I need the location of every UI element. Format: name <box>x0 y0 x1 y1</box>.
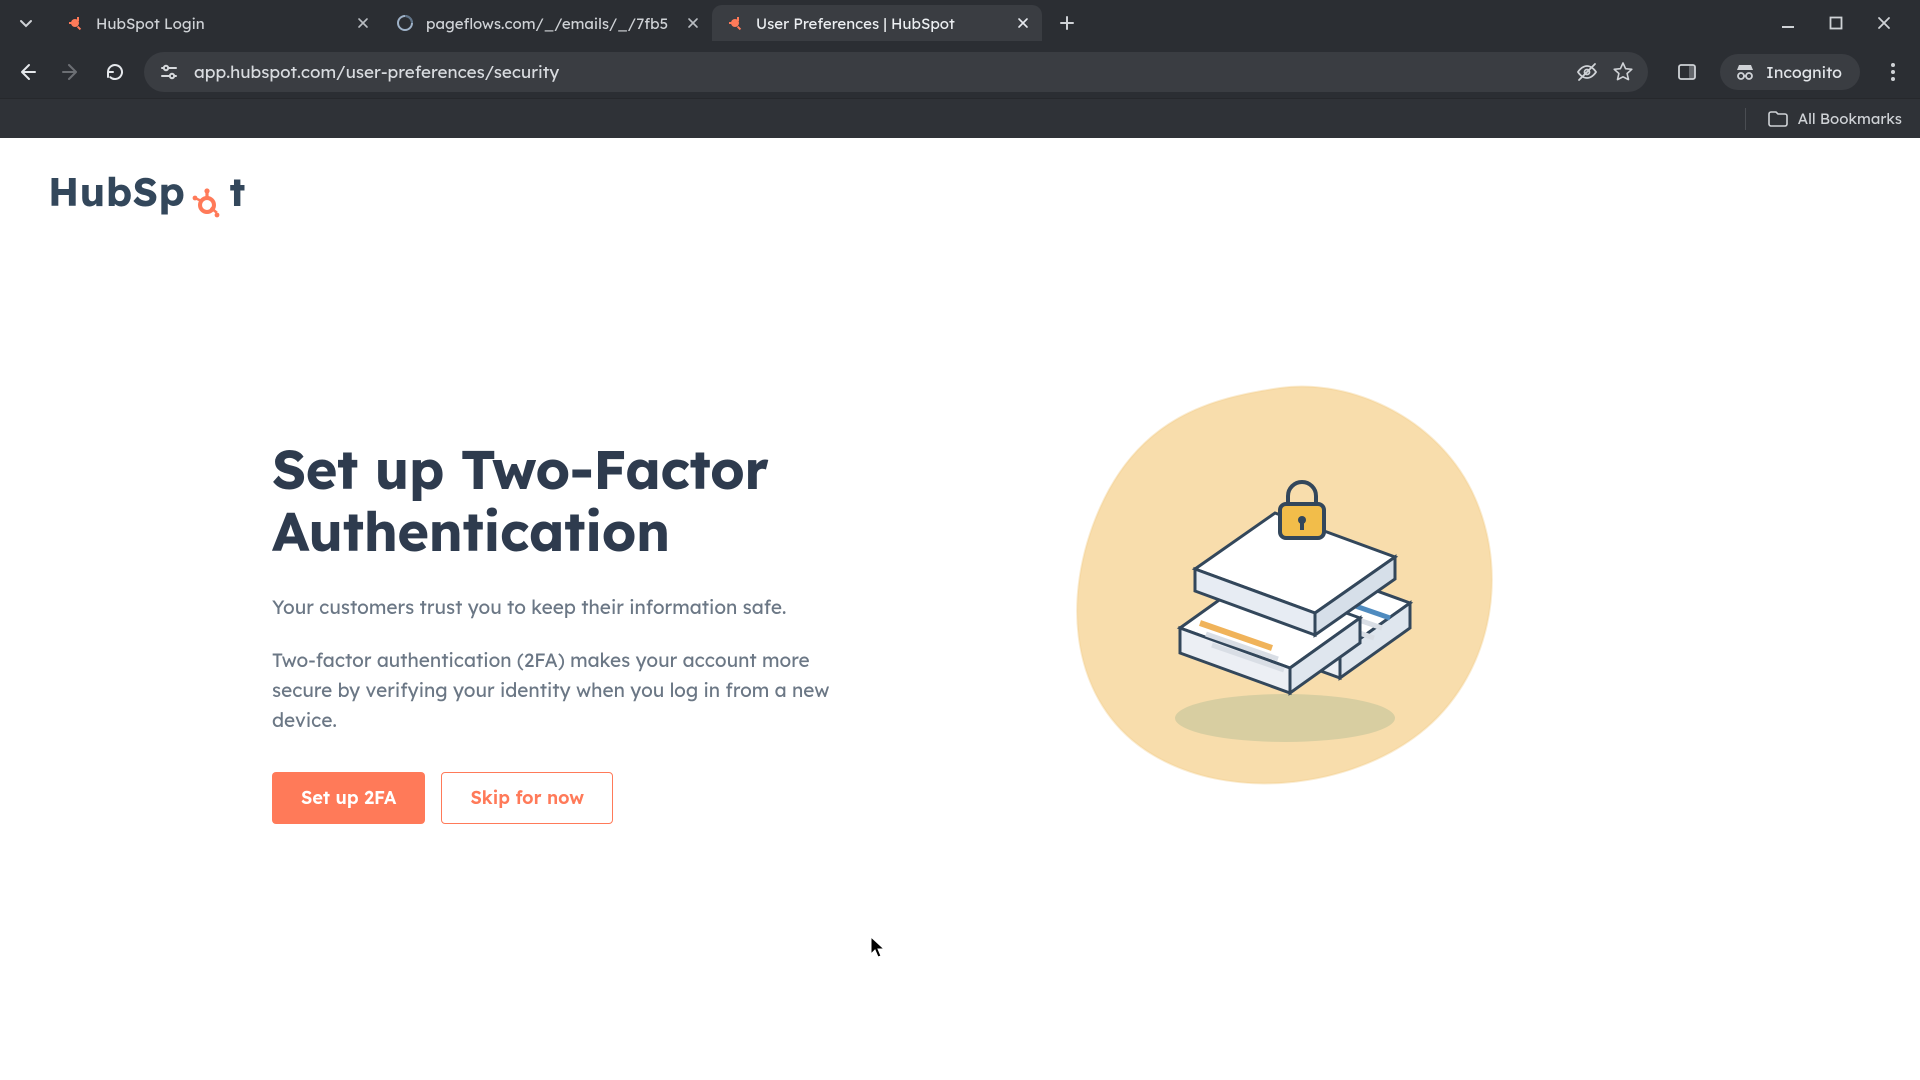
kebab-icon <box>1890 62 1896 82</box>
nav-reload-button[interactable] <box>100 57 130 87</box>
bookmarks-separator <box>1745 108 1746 130</box>
page-viewport: HubSp t Set up Two-Factor Authentication… <box>0 138 1920 1080</box>
close-icon <box>1877 16 1891 30</box>
close-icon <box>1017 17 1029 29</box>
all-bookmarks-label: All Bookmarks <box>1798 109 1902 128</box>
all-bookmarks-button[interactable]: All Bookmarks <box>1768 109 1902 128</box>
tab-2[interactable]: pageflows.com/_/emails/_/7fb5 <box>382 5 712 41</box>
search-tabs-button[interactable] <box>6 3 46 43</box>
tab-strip: HubSpot Login pageflows.com/_/emails/_/7… <box>0 0 1920 46</box>
close-icon <box>357 17 369 29</box>
browser-menu-button[interactable] <box>1878 57 1908 87</box>
window-minimize-button[interactable] <box>1778 13 1798 33</box>
browser-chrome: HubSpot Login pageflows.com/_/emails/_/7… <box>0 0 1920 138</box>
hubspot-logo[interactable]: HubSp t <box>48 166 246 216</box>
main-content: Set up Two-Factor Authentication Your cu… <box>272 438 902 824</box>
incognito-icon <box>1734 63 1756 81</box>
close-icon <box>687 17 699 29</box>
bookmarks-bar: All Bookmarks <box>0 98 1920 138</box>
illustration-svg <box>1020 348 1540 868</box>
hubspot-favicon-icon <box>66 14 84 32</box>
tab-3[interactable]: User Preferences | HubSpot <box>712 5 1042 41</box>
security-illustration <box>1020 348 1540 868</box>
tab-3-close[interactable] <box>1014 14 1032 32</box>
reload-icon <box>104 61 126 83</box>
eye-off-icon <box>1576 61 1598 83</box>
pageflows-favicon-icon <box>396 14 414 32</box>
arrow-left-icon <box>16 61 38 83</box>
nav-forward-button[interactable] <box>56 57 86 87</box>
sprocket-icon <box>190 185 224 219</box>
bookmark-button[interactable] <box>1612 61 1634 83</box>
window-controls <box>1778 13 1914 33</box>
plus-icon <box>1059 15 1075 31</box>
maximize-icon <box>1829 16 1843 30</box>
hubspot-logo-text-a: HubSp <box>48 166 185 216</box>
page-title: Set up Two-Factor Authentication <box>272 438 902 562</box>
incognito-label: Incognito <box>1766 62 1842 82</box>
omnibox[interactable]: app.hubspot.com/user-preferences/securit… <box>144 52 1648 92</box>
sidepanel-icon <box>1677 62 1697 82</box>
chevron-down-icon <box>18 15 34 31</box>
button-row: Set up 2FA Skip for now <box>272 772 902 824</box>
incognito-chip[interactable]: Incognito <box>1720 54 1860 90</box>
toolbar: app.hubspot.com/user-preferences/securit… <box>0 46 1920 98</box>
window-close-button[interactable] <box>1874 13 1894 33</box>
new-tab-button[interactable] <box>1050 6 1084 40</box>
tab-2-close[interactable] <box>684 14 702 32</box>
setup-2fa-button[interactable]: Set up 2FA <box>272 772 425 824</box>
eye-off-button[interactable] <box>1576 61 1598 83</box>
tab-2-title: pageflows.com/_/emails/_/7fb5 <box>426 14 672 33</box>
minimize-icon <box>1780 15 1796 31</box>
tab-1-title: HubSpot Login <box>96 14 342 33</box>
page-description: Two-factor authentication (2FA) makes yo… <box>272 645 852 736</box>
window-maximize-button[interactable] <box>1826 13 1846 33</box>
tab-1[interactable]: HubSpot Login <box>52 5 382 41</box>
tune-icon <box>159 62 179 82</box>
site-settings-button[interactable] <box>158 61 180 83</box>
folder-icon <box>1768 111 1788 127</box>
hubspot-favicon-icon <box>726 14 744 32</box>
omnibox-url: app.hubspot.com/user-preferences/securit… <box>194 62 1562 83</box>
cursor-icon <box>870 936 886 958</box>
sidepanel-button[interactable] <box>1672 57 1702 87</box>
tab-3-title: User Preferences | HubSpot <box>756 14 1002 33</box>
skip-for-now-button[interactable]: Skip for now <box>441 772 613 824</box>
page-subtitle: Your customers trust you to keep their i… <box>272 592 852 622</box>
tab-1-close[interactable] <box>354 14 372 32</box>
star-icon <box>1612 61 1634 83</box>
arrow-right-icon <box>60 61 82 83</box>
nav-back-button[interactable] <box>12 57 42 87</box>
hubspot-logo-text-b: t <box>229 166 245 216</box>
toolbar-right-cluster: Incognito <box>1662 54 1908 90</box>
